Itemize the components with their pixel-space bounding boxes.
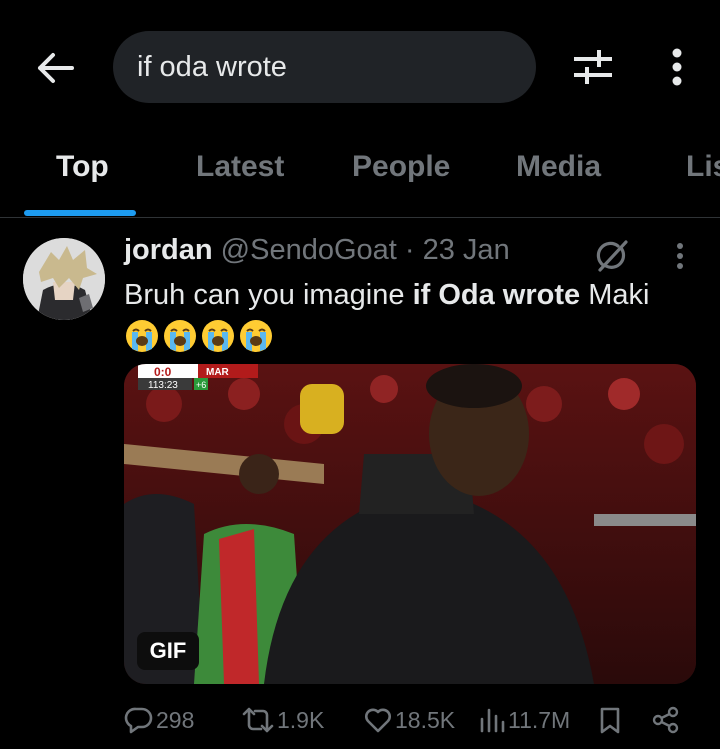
scoreboard-team: MAR <box>206 367 230 378</box>
tweet-text-highlight: if Oda wrote <box>412 279 581 311</box>
back-button[interactable] <box>30 46 80 90</box>
heart-icon <box>365 708 391 733</box>
reply-icon <box>124 707 153 734</box>
arrow-left-icon <box>38 53 74 83</box>
tab-latest[interactable]: Latest <box>196 150 284 196</box>
tabs-divider <box>0 217 720 218</box>
tweet-text-part: Maki <box>580 279 650 311</box>
bar-chart-icon <box>480 708 505 733</box>
tweet-text-part: Bruh can you imagine <box>124 279 413 311</box>
reply-count: 298 <box>156 706 195 733</box>
loudly-crying-face-icon <box>126 320 158 352</box>
share-icon <box>652 706 679 734</box>
views-button[interactable]: 11.7M <box>478 702 570 738</box>
bookmark-icon <box>600 707 620 734</box>
search-filter-button[interactable] <box>568 44 618 90</box>
loudly-crying-face-icon <box>240 320 272 352</box>
search-field[interactable] <box>113 31 536 103</box>
like-count: 18.5K <box>395 706 456 733</box>
grok-icon[interactable] <box>594 238 630 274</box>
tweet-emojis <box>124 318 274 354</box>
scoreboard-extra: +6 <box>196 380 206 390</box>
tab-media[interactable]: Media <box>516 150 601 196</box>
tab-people[interactable]: People <box>352 150 450 196</box>
repost-button[interactable]: 1.9K <box>241 702 324 738</box>
views-count: 11.7M <box>508 706 571 733</box>
tab-top[interactable]: Top <box>56 150 109 196</box>
sliders-icon <box>574 50 612 84</box>
repost-count: 1.9K <box>277 706 325 733</box>
tab-lists[interactable]: Lis <box>686 150 720 196</box>
scoreboard-time: 113:23 <box>148 380 178 391</box>
scoreboard-score: 0:0 <box>154 365 172 379</box>
reply-button[interactable]: 298 <box>124 702 194 738</box>
tweet-more-button[interactable] <box>668 238 692 274</box>
vertical-dots-icon <box>677 243 683 269</box>
loudly-crying-face-icon <box>202 320 234 352</box>
search-input[interactable] <box>137 50 536 84</box>
gif-badge: GIF <box>137 632 199 670</box>
vertical-dots-icon <box>672 48 682 86</box>
tweet-media-gif[interactable]: 0:0 MAR 113:23 +6 <box>124 364 696 684</box>
bookmark-button[interactable] <box>597 702 625 738</box>
tweet-header: jordan @SendoGoat · 23 Jan <box>124 234 510 267</box>
active-tab-indicator <box>24 210 136 216</box>
tweet-handle-date[interactable]: @SendoGoat · 23 Jan <box>213 234 510 267</box>
like-button[interactable]: 18.5K <box>363 702 455 738</box>
loudly-crying-face-icon <box>164 320 196 352</box>
tweet-text: Bruh can you imagine if Oda wrote Maki <box>124 276 649 314</box>
repost-icon <box>242 707 274 733</box>
tweet-author-name[interactable]: jordan <box>124 234 213 267</box>
more-options-button[interactable] <box>660 44 694 90</box>
share-button[interactable] <box>651 702 683 738</box>
avatar[interactable] <box>23 238 105 320</box>
